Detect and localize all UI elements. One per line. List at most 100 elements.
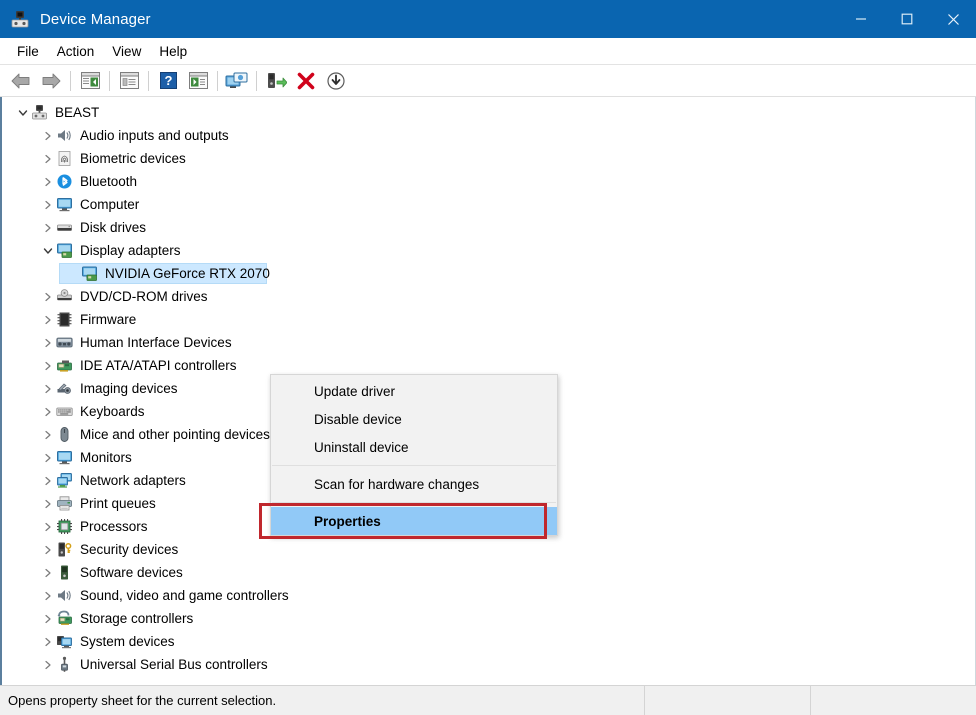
properties-menu-item-wrapper: Properties (259, 503, 557, 539)
bluetooth-icon (56, 173, 73, 190)
back-icon[interactable] (6, 68, 36, 94)
tree-item[interactable]: Security devices (2, 538, 975, 561)
tree-item-label: Mice and other pointing devices (80, 427, 270, 442)
software-device-icon (56, 564, 73, 581)
camera-icon (56, 380, 73, 397)
context-menu-separator (272, 465, 556, 466)
tree-item-label: Storage controllers (80, 611, 194, 626)
tree-item[interactable]: Audio inputs and outputs (2, 124, 975, 147)
close-button[interactable] (930, 0, 976, 38)
tree-item[interactable]: Human Interface Devices (2, 331, 975, 354)
content-area: BEAST Audio inputs and outputs Biometric d… (0, 97, 976, 685)
chevron-right-icon[interactable] (39, 331, 56, 354)
chevron-right-icon[interactable] (39, 308, 56, 331)
tree-item[interactable]: Computer (2, 193, 975, 216)
computer-root-icon (31, 104, 48, 121)
tree-item-label: Audio inputs and outputs (80, 128, 229, 143)
tree-item-label: Keyboards (80, 404, 145, 419)
chevron-right-icon[interactable] (39, 446, 56, 469)
menu-action[interactable]: Action (48, 41, 104, 62)
chevron-right-icon[interactable] (39, 354, 56, 377)
chevron-right-icon[interactable] (39, 170, 56, 193)
tree-item[interactable]: Storage controllers (2, 607, 975, 630)
chevron-right-icon[interactable] (39, 630, 56, 653)
context-menu[interactable]: Update driver Disable device Uninstall dev… (259, 374, 558, 539)
tree-item[interactable]: Sound, video and game controllers (2, 584, 975, 607)
tree-item[interactable]: Biometric devices (2, 147, 975, 170)
show-hide-console-tree-icon[interactable] (75, 68, 105, 94)
properties-icon[interactable] (114, 68, 144, 94)
chevron-right-icon[interactable] (39, 285, 56, 308)
printer-icon (56, 495, 73, 512)
chevron-right-icon[interactable] (39, 124, 56, 147)
chevron-right-icon[interactable] (39, 400, 56, 423)
chevron-right-icon[interactable] (39, 561, 56, 584)
keyboard-icon (56, 403, 73, 420)
chevron-right-icon[interactable] (39, 377, 56, 400)
uninstall-device-icon[interactable] (291, 68, 321, 94)
chevron-right-icon[interactable] (39, 653, 56, 676)
tree-item[interactable]: Firmware (2, 308, 975, 331)
tree-item-label: Software devices (80, 565, 183, 580)
tree-item-label: Bluetooth (80, 174, 138, 189)
menu-help[interactable]: Help (150, 41, 196, 62)
chevron-right-icon[interactable] (39, 492, 56, 515)
chevron-right-icon[interactable] (39, 423, 56, 446)
tree-item[interactable]: Bluetooth (2, 170, 975, 193)
menu-view[interactable]: View (103, 41, 150, 62)
mouse-icon (56, 426, 73, 443)
tree-item[interactable]: Universal Serial Bus controllers (2, 653, 975, 676)
chevron-right-icon[interactable] (39, 147, 56, 170)
context-menu-item-disable-device[interactable]: Disable device (271, 405, 557, 433)
tree-item[interactable]: Display adapters (2, 239, 975, 262)
tree-item[interactable]: System devices (2, 630, 975, 653)
status-bar: Opens property sheet for the current sel… (0, 685, 976, 715)
chevron-right-icon[interactable] (39, 216, 56, 239)
context-menu-item-scan-for-hardware-changes[interactable]: Scan for hardware changes (271, 470, 557, 498)
chevron-down-icon[interactable] (14, 101, 31, 124)
tree-item-label: Processors (80, 519, 148, 534)
toolbar-separator (70, 70, 71, 91)
tree-item[interactable]: DVD/CD-ROM drives (2, 285, 975, 308)
show-hide-action-pane-icon[interactable] (183, 68, 213, 94)
chevron-right-icon[interactable] (39, 584, 56, 607)
chevron-right-icon[interactable] (39, 538, 56, 561)
tree-item-selected[interactable]: NVIDIA GeForce RTX 2070 (2, 262, 975, 285)
minimize-button[interactable] (838, 0, 884, 38)
window-title: Device Manager (40, 10, 151, 28)
chevron-right-icon[interactable] (39, 607, 56, 630)
update-driver-icon[interactable] (261, 68, 291, 94)
chevron-right-icon[interactable] (39, 193, 56, 216)
monitor-icon (56, 449, 73, 466)
tree-item[interactable]: BEAST (2, 101, 975, 124)
chevron-right-icon[interactable] (39, 515, 56, 538)
tree-item[interactable]: Disk drives (2, 216, 975, 239)
forward-icon[interactable] (36, 68, 66, 94)
chevron-down-icon[interactable] (39, 239, 56, 262)
ide-controller-icon (56, 357, 73, 374)
help-icon[interactable]: ? (153, 68, 183, 94)
status-pane-3 (811, 686, 976, 715)
tree-item-label: Display adapters (80, 243, 181, 258)
security-device-icon (56, 541, 73, 558)
context-menu-item-uninstall-device[interactable]: Uninstall device (271, 433, 557, 461)
firmware-chip-icon (56, 311, 73, 328)
status-message: Opens property sheet for the current sel… (0, 686, 645, 715)
dvd-drive-icon (56, 288, 73, 305)
context-menu-item-properties[interactable]: Properties (271, 507, 557, 535)
menu-file[interactable]: File (8, 41, 48, 62)
maximize-button[interactable] (884, 0, 930, 38)
toolbar-separator (148, 70, 149, 91)
network-adapter-icon (56, 472, 73, 489)
context-menu-item-update-driver[interactable]: Update driver (271, 377, 557, 405)
chevron-right-icon[interactable] (39, 469, 56, 492)
display-adapter-icon (56, 242, 73, 259)
tree-item[interactable]: Software devices (2, 561, 975, 584)
speaker-icon (56, 587, 73, 604)
tree-item-label: Print queues (80, 496, 156, 511)
disable-device-icon[interactable] (321, 68, 351, 94)
tree-item-label: System devices (80, 634, 175, 649)
scan-for-hardware-changes-icon[interactable] (222, 68, 252, 94)
disk-drive-icon (56, 219, 73, 236)
device-manager-window: Device Manager File Action View Help ? B… (0, 0, 976, 715)
